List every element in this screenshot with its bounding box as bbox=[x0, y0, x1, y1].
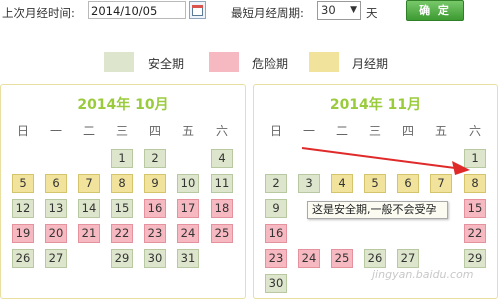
day-tooltip: 这是安全期,一般不会受孕 bbox=[307, 201, 448, 219]
watermark: jingyan.baidu.com bbox=[372, 268, 474, 281]
annotation-arrow bbox=[301, 147, 470, 175]
